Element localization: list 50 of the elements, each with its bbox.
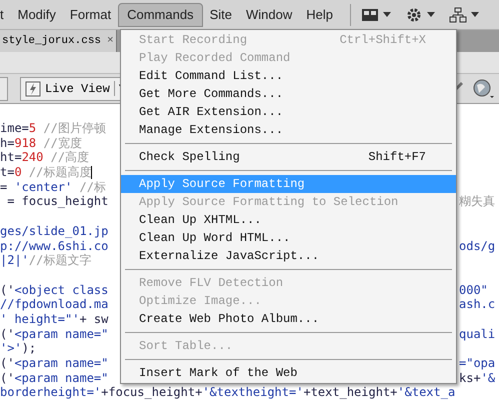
dropdown-caret-icon[interactable]	[382, 12, 391, 18]
menu-item[interactable]: Help	[299, 2, 340, 26]
dropdown-caret-icon[interactable]	[470, 12, 479, 18]
menu-item[interactable]: Format	[62, 2, 118, 26]
code-line: ime=5 //图片停顿	[0, 121, 106, 136]
code-line: ' height="'+ sw	[0, 312, 108, 327]
menu-item[interactable]: Site	[202, 2, 239, 26]
menu-item[interactable]: Clean Up Word HTML...	[121, 229, 456, 247]
code-line: t=0 //标题高度	[0, 165, 92, 180]
code-line: 糊失真	[459, 194, 495, 210]
code-line: = 'center' //标	[0, 180, 106, 194]
menu-item[interactable]: t	[0, 2, 11, 26]
settings-icon[interactable]	[404, 6, 423, 22]
code-line: ('<param name="	[0, 326, 108, 342]
code-line: ('<object class	[0, 282, 108, 298]
tab-label: style_jorux.css	[2, 34, 102, 49]
code-line: |2|'//标题文字	[0, 253, 92, 268]
dropdown-caret-icon[interactable]	[426, 12, 435, 18]
globe-icon[interactable]	[473, 78, 495, 98]
code-line: borderheight='+focus_height+'&textheight='+text_height+'&text_a	[0, 385, 456, 400]
code-line: ht=240 //高度	[0, 150, 90, 166]
code-line: quali	[459, 326, 496, 342]
code-line: = focus_height	[6, 194, 108, 210]
code-line: p://www.6shi.co	[0, 238, 108, 254]
menu-item[interactable]: Create Web Photo Album...	[121, 310, 456, 328]
menu-item[interactable]: Externalize JavaScript...	[121, 247, 456, 265]
document-tab[interactable]: style_jorux.css ×	[0, 30, 117, 52]
code-line: h=918 //宽度	[0, 136, 82, 150]
code-line: ods/g	[459, 238, 496, 254]
code-line: '>');	[0, 341, 36, 356]
sitemap-icon[interactable]	[448, 6, 467, 22]
menu-item[interactable]: Modify	[10, 2, 63, 26]
menu-item[interactable]: Commands	[118, 2, 203, 26]
menu-item[interactable]: Get AIR Extension...	[121, 103, 456, 121]
code-line: ('<param name="	[0, 356, 108, 371]
code-line: ('<param name="	[0, 370, 108, 386]
code-line: ash.c	[459, 297, 496, 312]
layout-icon[interactable]	[360, 6, 379, 22]
code-line: ges/slide_01.jp	[0, 224, 108, 239]
code-line: 000"	[459, 282, 488, 298]
menu-item[interactable]: Window	[238, 2, 300, 26]
code-line: ks+'&	[459, 370, 496, 386]
menu-item[interactable]: Check Spelling Shift+F7	[121, 148, 456, 166]
menu-item[interactable]: Clean Up XHTML...	[121, 211, 456, 229]
code-line: //fpdownload.ma	[0, 297, 108, 312]
menu-item[interactable]: Insert Mark of the Web	[121, 364, 456, 382]
lightning-icon	[25, 80, 41, 96]
close-icon[interactable]: ×	[107, 32, 114, 50]
menu-item[interactable]: Manage Extensions...	[121, 121, 456, 139]
code-line: ="opa	[459, 356, 496, 371]
